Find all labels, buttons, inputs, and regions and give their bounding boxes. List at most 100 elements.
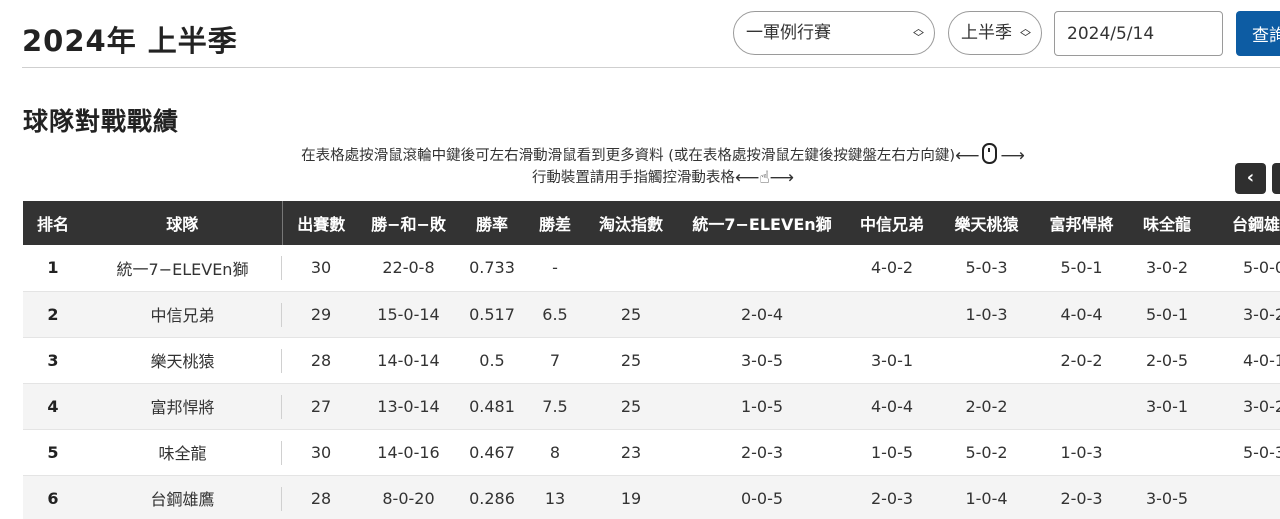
cell-vs-dragons: [1129, 429, 1205, 475]
cell-win-pct: 0.286: [469, 488, 515, 508]
cell-rank: 5: [47, 442, 59, 462]
cell-vs-hawks: 3-0-2: [1242, 396, 1280, 416]
cell-elimination: 25: [620, 396, 642, 416]
page-title: 2024年 上半季: [22, 24, 238, 58]
cell-win-pct: 0.517: [469, 304, 515, 324]
cell-rank: 4: [47, 396, 59, 416]
date-input[interactable]: [1054, 11, 1223, 56]
cell-vs-monkeys: 2-0-2: [965, 396, 1008, 416]
col-header-games-behind: 勝差: [538, 215, 571, 234]
scroll-hint-mobile: 行動裝置請用手指觸控滑動表格⟵☝⟶: [0, 166, 1280, 188]
cell-rank: 6: [47, 488, 59, 508]
scroll-hint-desktop-text: 在表格處按滑鼠滾輪中鍵後可左右滑動滑鼠看到更多資料 (或在表格處按滑鼠左鍵後按鍵…: [301, 148, 956, 164]
cell-team: 樂天桃猿: [83, 337, 282, 383]
cell-games-behind: 7: [549, 350, 561, 370]
cell-vs-monkeys: [939, 337, 1034, 383]
col-header-vs-hawks: 台鋼雄鷹: [1231, 215, 1280, 234]
game-type-select[interactable]: 一軍例行賽 ︿ ﹀: [733, 11, 935, 55]
table-row: 5 味全龍 30 14-0-16 0.467 8 23 2-0-3 1-0-5 …: [23, 429, 1280, 475]
cell-elimination: 23: [620, 442, 642, 462]
cell-vs-brothers: 1-0-5: [870, 442, 914, 462]
mouse-icon: [982, 143, 998, 164]
cell-record: 14-0-14: [377, 350, 440, 370]
table-row: 1 統一7−ELEVEn獅 30 22-0-8 0.733 - 4-0-2 5-…: [23, 245, 1280, 291]
cell-vs-dragons: 3-0-5: [1145, 488, 1189, 508]
col-header-vs-brothers: 中信兄弟: [859, 215, 924, 234]
col-header-vs-lions: 統一7−ELEVEn獅: [692, 215, 832, 234]
cell-vs-lions: 1-0-5: [740, 396, 784, 416]
cell-elimination: 25: [620, 304, 642, 324]
cell-win-pct: 0.481: [469, 396, 515, 416]
cell-vs-brothers: 2-0-3: [870, 488, 914, 508]
scroll-right-button[interactable]: ›: [1272, 163, 1280, 194]
half-season-select[interactable]: 上半季 ︿ ﹀: [948, 11, 1042, 55]
table-row: 6 台鋼雄鷹 28 8-0-20 0.286 13 19 0-0-5 2-0-3…: [23, 475, 1280, 519]
search-button[interactable]: 查詢: [1236, 11, 1280, 56]
cell-team: 味全龍: [83, 429, 282, 475]
cell-games-behind: 6.5: [542, 304, 568, 324]
cell-vs-monkeys: 5-0-3: [965, 258, 1008, 278]
cell-vs-hawks: 3-0-2: [1242, 304, 1280, 324]
table-row: 2 中信兄弟 29 15-0-14 0.517 6.5 25 2-0-4 1-0…: [23, 291, 1280, 337]
cell-record: 22-0-8: [382, 258, 435, 278]
cell-games: 29: [310, 304, 332, 324]
cell-games-behind: 13: [544, 488, 566, 508]
cell-win-pct: 0.733: [469, 258, 515, 278]
cell-team: 統一7−ELEVEn獅: [83, 245, 282, 291]
standings-table-container[interactable]: 排名 球隊 出賽數 勝−和−敗 勝率 勝差 淘汰指數 統一7−ELEVEn獅 中…: [23, 201, 1280, 519]
cell-team: 富邦悍將: [83, 383, 282, 429]
cell-games: 27: [310, 396, 332, 416]
cell-vs-monkeys: 5-0-2: [965, 442, 1008, 462]
hand-pointer-icon: ☝: [759, 168, 770, 188]
game-type-select-value: 一軍例行賽: [746, 23, 831, 43]
cell-elimination: 19: [620, 488, 642, 508]
cell-games-behind: 7.5: [542, 396, 568, 416]
cell-vs-brothers: 4-0-4: [870, 396, 914, 416]
cell-vs-hawks: 5-0-0: [1242, 258, 1280, 278]
cell-vs-monkeys: 1-0-4: [965, 488, 1008, 508]
cell-team: 台鋼雄鷹: [83, 475, 282, 519]
cell-vs-dragons: 2-0-5: [1145, 350, 1189, 370]
arrow-right-icon: ⟶: [1000, 146, 1025, 166]
table-row: 3 樂天桃猿 28 14-0-14 0.5 7 25 3-0-5 3-0-1 2…: [23, 337, 1280, 383]
col-header-vs-monkeys: 樂天桃猿: [954, 215, 1019, 234]
cell-vs-monkeys: 1-0-3: [965, 304, 1008, 324]
cell-rank: 2: [47, 304, 59, 324]
cell-record: 13-0-14: [377, 396, 440, 416]
cell-vs-hawks: 4-0-1: [1242, 350, 1280, 370]
cell-record: 14-0-16: [377, 442, 440, 462]
scroll-left-button[interactable]: ‹: [1235, 163, 1266, 194]
col-header-win-pct: 勝率: [475, 215, 508, 234]
cell-vs-hawks: 5-0-3: [1242, 442, 1280, 462]
cell-vs-guardians: 2-0-2: [1060, 350, 1103, 370]
col-header-rank: 排名: [36, 215, 69, 234]
cell-win-pct: 0.467: [469, 442, 515, 462]
cell-vs-lions: 2-0-3: [740, 442, 784, 462]
cell-vs-guardians: 4-0-4: [1060, 304, 1103, 324]
cell-vs-lions: 2-0-4: [740, 304, 784, 324]
cell-games-behind: -: [552, 258, 558, 278]
cell-rank: 3: [47, 350, 59, 370]
cell-vs-hawks: [1205, 475, 1280, 519]
cell-vs-brothers: 3-0-1: [870, 350, 914, 370]
page-header: 2024年 上半季 一軍例行賽 ︿﹀ 上半季 ︿﹀ 查詢: [22, 0, 1280, 68]
cell-vs-brothers: 4-0-2: [870, 258, 914, 278]
col-header-vs-dragons: 味全龍: [1142, 215, 1191, 234]
cell-team: 中信兄弟: [83, 291, 282, 337]
cell-vs-lions: 3-0-5: [740, 350, 784, 370]
cell-vs-guardians: 2-0-3: [1060, 488, 1103, 508]
scroll-hint-desktop: 在表格處按滑鼠滾輪中鍵後可左右滑動滑鼠看到更多資料 (或在表格處按滑鼠左鍵後按鍵…: [0, 143, 1280, 166]
cell-win-pct: 0.5: [479, 350, 505, 370]
table-row: 4 富邦悍將 27 13-0-14 0.481 7.5 25 1-0-5 4-0…: [23, 383, 1280, 429]
col-header-record: 勝−和−敗: [371, 215, 446, 234]
col-header-vs-guardians: 富邦悍將: [1049, 215, 1114, 234]
arrow-right-icon: ⟶: [769, 168, 795, 188]
arrow-left-icon: ⟵: [734, 168, 760, 188]
cell-vs-lions: [679, 245, 845, 291]
cell-games: 28: [310, 488, 332, 508]
cell-vs-guardians: [1034, 383, 1129, 429]
cell-games: 30: [310, 442, 332, 462]
cell-rank: 1: [47, 258, 59, 278]
cell-vs-dragons: 3-0-1: [1145, 396, 1189, 416]
half-season-select-value: 上半季: [961, 23, 1012, 43]
